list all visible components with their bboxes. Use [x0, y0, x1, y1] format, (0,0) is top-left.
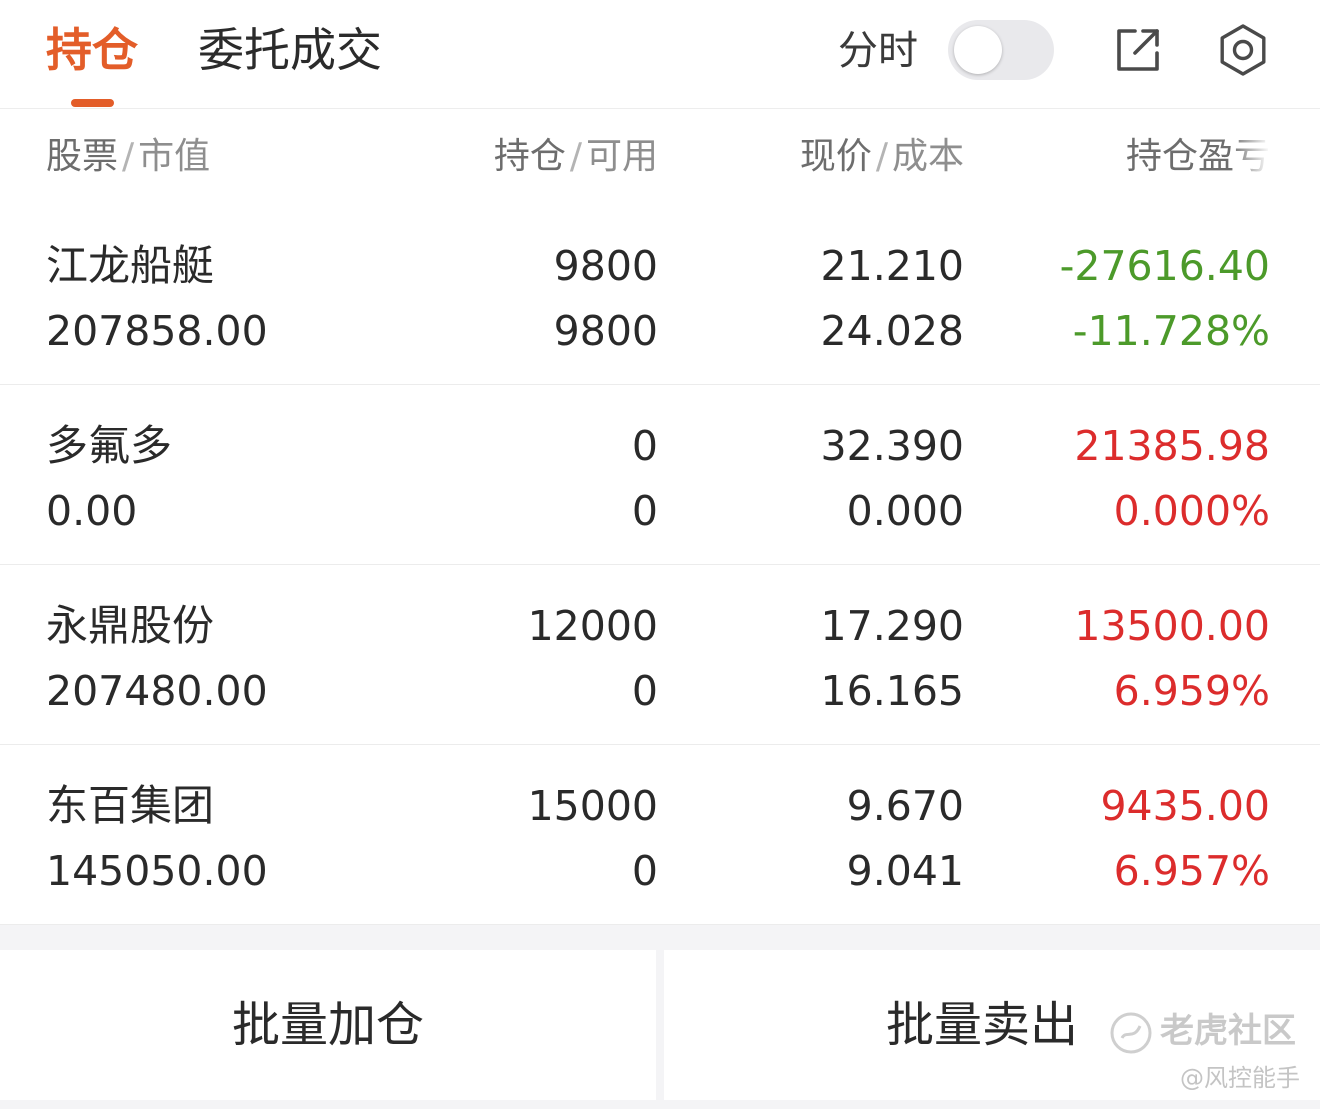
stock-name: 江龙船艇 [46, 241, 215, 290]
market-value: 0.00 [46, 487, 138, 535]
column-stock-label: 股票 [46, 136, 119, 177]
position-pl: 21385.98 [1074, 422, 1270, 470]
position-pl: 13500.00 [1074, 602, 1270, 650]
available-qty: 9800 [553, 307, 658, 355]
position-qty: 12000 [527, 602, 658, 650]
column-header-price: 现价 / 成本 [800, 132, 964, 182]
position-pl-pct: 6.957% [1113, 847, 1270, 895]
column-separator: / [122, 136, 135, 177]
cost-price: 16.165 [820, 667, 964, 715]
toggle-knob [954, 26, 1002, 74]
column-header-fade [1230, 132, 1270, 182]
current-price: 21.210 [820, 242, 964, 290]
holding-row[interactable]: 永鼎股份 207480.00 12000 0 17.290 16.165 135… [0, 565, 1320, 745]
position-qty: 15000 [527, 782, 658, 830]
holding-row[interactable]: 江龙船艇 207858.00 9800 9800 21.210 24.028 -… [0, 205, 1320, 385]
tab-orders[interactable]: 委托成交 [198, 22, 382, 78]
available-qty: 0 [631, 487, 658, 535]
column-header-position: 持仓 / 可用 [494, 132, 658, 182]
batch-add-label: 批量加仓 [231, 997, 424, 1053]
market-value: 207480.00 [46, 667, 268, 715]
column-separator: / [875, 136, 888, 177]
stock-name: 东百集团 [46, 781, 215, 830]
active-tab-indicator [71, 99, 114, 107]
gear-icon[interactable] [1215, 22, 1271, 78]
position-pl-pct: 0.000% [1113, 487, 1270, 535]
intraday-label: 分时 [838, 28, 918, 74]
position-qty: 0 [631, 422, 658, 470]
tab-positions[interactable]: 持仓 [46, 22, 138, 78]
position-pl-pct: -11.728% [1072, 307, 1270, 355]
batch-add-button[interactable]: 批量加仓 [0, 950, 656, 1100]
column-separator: / [569, 136, 582, 177]
stock-name: 多氟多 [46, 421, 173, 470]
cost-price: 9.041 [846, 847, 964, 895]
watermark-user: @风控能手 [1180, 1064, 1300, 1092]
watermark-brand: 老虎社区 [1160, 1011, 1296, 1051]
available-qty: 0 [631, 667, 658, 715]
holding-row[interactable]: 东百集团 145050.00 15000 0 9.670 9.041 9435.… [0, 745, 1320, 925]
intraday-toggle[interactable] [948, 20, 1054, 80]
current-price: 17.290 [820, 602, 964, 650]
position-qty: 9800 [553, 242, 658, 290]
cost-price: 0.000 [846, 487, 964, 535]
available-qty: 0 [631, 847, 658, 895]
position-pl: 9435.00 [1100, 782, 1270, 830]
position-pl-pct: 6.959% [1113, 667, 1270, 715]
holding-row[interactable]: 多氟多 0.00 0 0 32.390 0.000 21385.98 0.000… [0, 385, 1320, 565]
positions-panel: 持仓 委托成交 分时 股票 / 市值 持仓 / 可用 现价 / 成本 持仓盈亏 江龙船艇 2… [0, 0, 1320, 925]
column-cost-label: 成本 [891, 136, 964, 177]
share-icon[interactable] [1110, 22, 1166, 78]
header-divider [0, 108, 1320, 109]
column-header-stock: 股票 / 市值 [46, 132, 210, 182]
row-divider [0, 924, 1320, 925]
column-price-label: 现价 [799, 136, 872, 177]
batch-sell-label: 批量卖出 [885, 997, 1078, 1053]
market-value: 207858.00 [46, 307, 268, 355]
current-price: 9.670 [846, 782, 964, 830]
column-position-label: 持仓 [493, 136, 566, 177]
watermark-logo-icon [1108, 1010, 1154, 1056]
column-market-value-label: 市值 [138, 136, 211, 177]
position-pl: -27616.40 [1059, 242, 1270, 290]
market-value: 145050.00 [46, 847, 268, 895]
stock-name: 永鼎股份 [46, 601, 215, 650]
column-available-label: 可用 [585, 136, 658, 177]
cost-price: 24.028 [820, 307, 964, 355]
current-price: 32.390 [820, 422, 964, 470]
